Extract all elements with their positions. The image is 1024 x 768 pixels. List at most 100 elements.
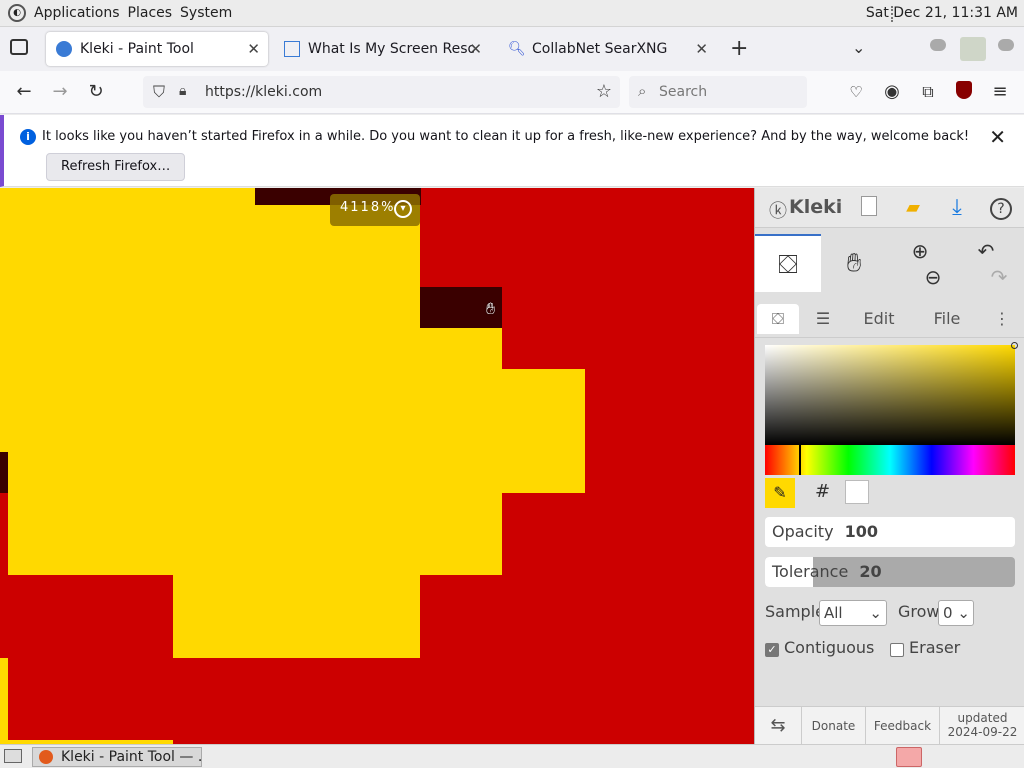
canvas-pixel — [0, 287, 420, 328]
sample-select[interactable]: All ⌄ — [819, 600, 887, 626]
updated-info[interactable]: updated 2024-09-22 — [939, 707, 1024, 745]
ublock-icon[interactable] — [952, 81, 976, 105]
tab-tool-settings[interactable]: ⛋ — [757, 304, 799, 334]
tab-overview-icon[interactable] — [10, 39, 28, 55]
show-desktop-icon[interactable] — [4, 749, 22, 763]
secondary-color-swatch[interactable] — [845, 480, 869, 504]
opacity-label: Opacity — [772, 522, 834, 541]
eraser-checkbox[interactable] — [890, 643, 904, 657]
distro-logo-icon[interactable]: ◐ — [8, 4, 26, 22]
feedback-button[interactable]: Feedback — [865, 707, 939, 745]
redo-icon[interactable]: ↷ — [991, 265, 1008, 289]
tolerance-label: Tolerance — [772, 562, 849, 581]
updated-label: updated — [957, 711, 1008, 725]
contiguous-label[interactable]: Contiguous — [784, 638, 874, 657]
bookmark-star-icon[interactable]: ☆ — [596, 81, 612, 102]
new-image-icon[interactable] — [857, 196, 881, 220]
undo-icon[interactable]: ↶ — [978, 239, 995, 263]
url-text[interactable]: https://kleki.com — [205, 84, 322, 100]
paint-bucket-tool[interactable]: ⛋ — [755, 234, 821, 292]
paint-bucket-icon: ⛋ — [778, 250, 798, 280]
eraser-label[interactable]: Eraser — [909, 638, 960, 657]
opacity-slider[interactable]: Opacity 100 — [765, 517, 1015, 547]
donate-button[interactable]: Donate — [801, 707, 865, 745]
menu-places[interactable]: Places — [128, 5, 173, 21]
shield-icon[interactable]: ⛉ — [153, 82, 165, 102]
refresh-notification: i It looks like you haven’t started Fire… — [0, 115, 1024, 187]
sv-marker — [1011, 342, 1018, 349]
chevron-down-icon: ⌄ — [869, 604, 882, 622]
zoom-in-icon[interactable]: ⊕ — [912, 239, 929, 263]
tab-list-chevron-icon[interactable]: ⌄ — [852, 38, 865, 57]
swap-panel-icon[interactable]: ⇆ — [755, 707, 801, 745]
tolerance-slider[interactable]: Tolerance 20 — [765, 557, 1015, 587]
refresh-firefox-button[interactable]: Refresh Firefox… — [46, 153, 186, 181]
tray-icon[interactable] — [896, 747, 922, 767]
page-favicon-icon — [284, 41, 300, 57]
color-saturation-value-picker[interactable] — [765, 342, 1018, 445]
url-bar[interactable]: ⛉ 🔒︎ https://kleki.com ☆ — [143, 76, 620, 108]
tab-searxng[interactable]: 🔍︎ CollabNet SearXNG ✕ — [498, 32, 716, 66]
tab-edit[interactable]: Edit — [851, 304, 907, 334]
grow-value: 0 — [943, 604, 953, 622]
reload-icon[interactable]: ↻ — [84, 81, 108, 105]
taskbar-kleki[interactable]: Kleki - Paint Tool — ... — [32, 747, 202, 767]
eyedropper-button[interactable]: ✎ — [765, 478, 795, 508]
account-icon[interactable]: ◉ — [880, 81, 904, 105]
lock-icon[interactable]: 🔒︎ — [179, 83, 186, 99]
hex-input-button[interactable]: # — [815, 481, 830, 502]
kleki-favicon-icon — [56, 41, 72, 57]
reset-zoom-icon[interactable]: ▾ — [394, 200, 412, 218]
navigation-bar: ← → ↻ ⛉ 🔒︎ https://kleki.com ☆ ⌕ Search … — [0, 71, 1024, 114]
firefox-icon — [39, 750, 53, 764]
close-tab-icon[interactable]: ✕ — [695, 40, 708, 58]
extensions-puzzle-icon[interactable]: ⧉ — [916, 81, 940, 105]
tab-file[interactable]: File — [919, 304, 975, 334]
zoom-tools: ⊕ ⊖ — [887, 234, 953, 292]
canvas-pixel — [8, 493, 502, 575]
color-row: ✎ # — [765, 478, 1015, 508]
search-input[interactable]: ⌕ Search — [629, 76, 807, 108]
help-icon[interactable]: ? — [989, 196, 1013, 220]
open-folder-icon[interactable]: ▰ — [901, 196, 925, 220]
more-vertical-icon[interactable]: ⋮ — [987, 304, 1017, 334]
download-icon[interactable]: ⤓ — [945, 196, 969, 220]
zoom-out-icon[interactable]: ⊖ — [925, 265, 942, 289]
info-icon: i — [20, 129, 36, 145]
forward-arrow-icon[interactable]: → — [48, 81, 72, 105]
sample-grow-row: Sample All ⌄ Grow 0 ⌄ — [765, 600, 1020, 628]
tab-strip: Kleki - Paint Tool ✕ What Is My Screen R… — [0, 27, 1024, 71]
taskbar-kleki-label: Kleki - Paint Tool — ... — [61, 749, 202, 765]
menu-applications[interactable]: Applications — [34, 5, 120, 21]
canvas-pixel — [0, 188, 255, 205]
tool-row: ⛋ ✋︎ ⊕ ⊖ ↶ ↷ — [755, 234, 1024, 292]
zoom-indicator[interactable]: 4118% ▾ — [330, 194, 420, 226]
kleki-header: ⓚ Kleki ▰ ⤓ ? — [755, 188, 1024, 228]
close-notification-icon[interactable]: ✕ — [989, 125, 1006, 149]
close-tab-icon[interactable]: ✕ — [247, 40, 260, 58]
tab-kleki[interactable]: Kleki - Paint Tool ✕ — [46, 32, 268, 66]
kleki-logo-icon: ⓚ — [769, 201, 787, 222]
clock[interactable]: Sat Dec 21, 11:31 AM — [866, 5, 1018, 21]
hamburger-menu-icon[interactable]: ≡ — [988, 81, 1012, 105]
canvas-pixel — [8, 369, 585, 493]
tab-layers[interactable]: ☰ — [803, 304, 843, 334]
back-arrow-icon[interactable]: ← — [12, 81, 36, 105]
contiguous-checkbox[interactable]: ✓ — [765, 643, 779, 657]
kleki-toolpanel: ⓚ Kleki ▰ ⤓ ? ⛋ ✋︎ ⊕ ⊖ ↶ ↷ ⛋ ☰ Edit File… — [754, 188, 1024, 745]
new-tab-icon[interactable]: + — [730, 36, 748, 61]
drawing-canvas[interactable]: 4118% ▾ ✋︎ — [0, 188, 754, 744]
hand-tool[interactable]: ✋︎ — [821, 234, 887, 292]
extension-thumb-icon[interactable] — [960, 37, 986, 61]
eyedropper-icon: ✎ — [773, 483, 787, 502]
hue-slider[interactable] — [765, 445, 1015, 475]
menu-system[interactable]: System — [180, 5, 232, 21]
close-tab-icon[interactable]: ✕ — [469, 40, 482, 58]
grow-select[interactable]: 0 ⌄ — [938, 600, 974, 626]
tab-screen-resolution[interactable]: What Is My Screen Resolutio ✕ — [274, 32, 490, 66]
tab-title: What Is My Screen Resolutio — [308, 41, 474, 57]
pocket-icon[interactable]: ♡ — [844, 81, 868, 105]
hue-marker[interactable] — [799, 445, 801, 475]
paint-bucket-icon: ⛋ — [771, 309, 785, 328]
hand-cursor-icon: ✋︎ — [486, 299, 496, 318]
